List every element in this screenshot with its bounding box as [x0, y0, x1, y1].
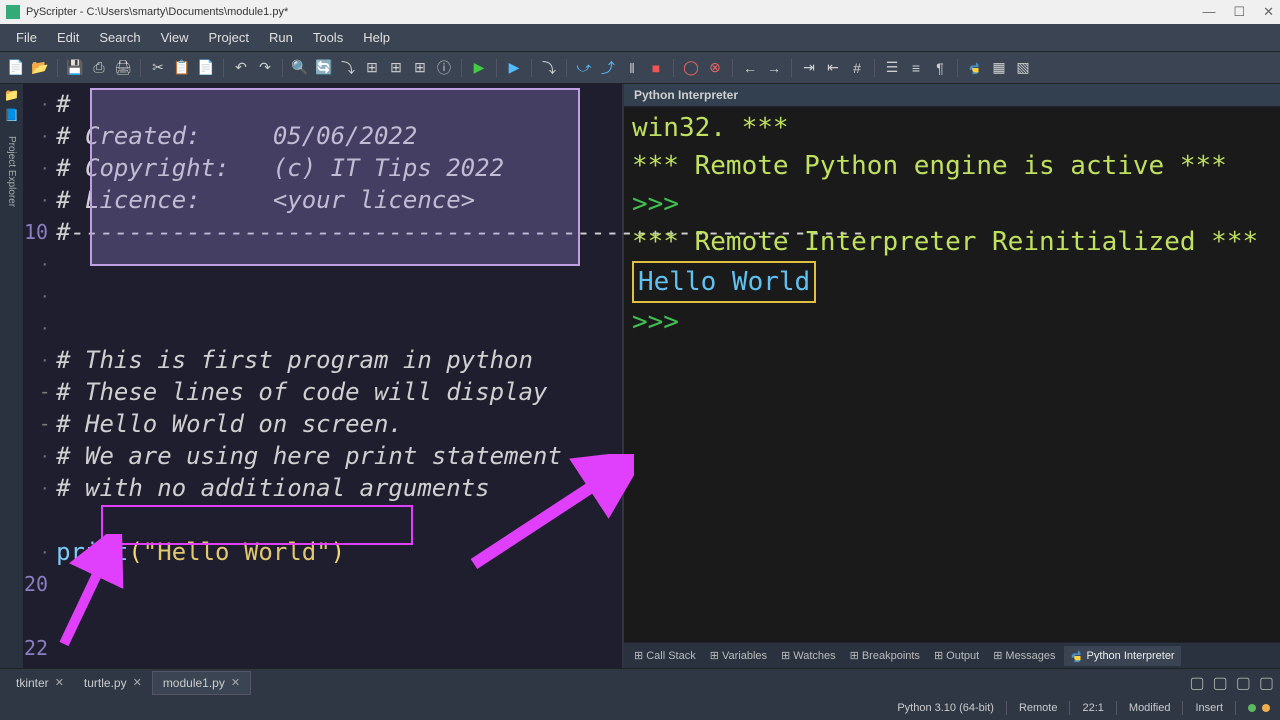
sidebar: 📁 📘 Project Explorer — [0, 84, 24, 668]
close-button[interactable]: ✕ — [1263, 4, 1274, 20]
status-remote: Remote — [1019, 702, 1058, 714]
open-icon[interactable]: 📂 — [30, 58, 50, 78]
tab-module1[interactable]: module1.py✕ — [152, 671, 251, 695]
menu-bar: File Edit Search View Project Run Tools … — [0, 24, 1280, 52]
new-icon[interactable]: 📄 — [6, 58, 26, 78]
step-into-icon[interactable]: ⤵ — [539, 58, 559, 78]
interpreter-output[interactable]: win32. *** *** Remote Python engine is a… — [624, 107, 1280, 642]
grid-icon[interactable]: ▦ — [989, 58, 1009, 78]
nav-fwd-icon[interactable]: → — [764, 58, 784, 78]
status-modified: Modified — [1129, 702, 1171, 714]
cut-icon[interactable]: ✂ — [148, 58, 168, 78]
toolbar: 📄 📂 💾 ⎙ 🖨 ✂ 📋 📄 ↶ ↷ 🔍 🔄 ⤵ ⊞ ⊞ ⊞ ⓘ ▶ ▶ ⤵ … — [0, 52, 1280, 84]
output-highlight: Hello World — [632, 261, 816, 303]
nav-b-icon[interactable]: ⊞ — [386, 58, 406, 78]
nav-back-icon[interactable]: ← — [740, 58, 760, 78]
tab-turtle[interactable]: turtle.py✕ — [74, 672, 152, 694]
menu-search[interactable]: Search — [91, 27, 148, 48]
search-icon[interactable]: 🔍 — [290, 58, 310, 78]
menu-view[interactable]: View — [153, 27, 197, 48]
tab-output[interactable]: ⊞ Output — [928, 646, 985, 665]
status-dot-orange — [1262, 704, 1270, 712]
list2-icon[interactable]: ≡ — [906, 58, 926, 78]
step-out-icon[interactable]: ⤴ — [598, 58, 618, 78]
status-bar: Python 3.10 (64-bit) Remote 22:1 Modifie… — [0, 696, 1280, 720]
layout-c-icon[interactable]: ▢ — [1236, 673, 1251, 693]
status-insert: Insert — [1195, 702, 1223, 714]
editor-tabs: tkinter✕ turtle.py✕ module1.py✕ ▢ ▢ ▢ ▢ — [0, 668, 1280, 696]
find-next-icon[interactable]: ⤵ — [338, 58, 358, 78]
window-title: PyScripter - C:\Users\smarty\Documents\m… — [26, 6, 288, 18]
debug-icon[interactable]: ▶ — [504, 58, 524, 78]
indent-icon[interactable]: ⇥ — [799, 58, 819, 78]
circle-a-icon[interactable]: ◯ — [681, 58, 701, 78]
list-icon[interactable]: ☰ — [882, 58, 902, 78]
info-icon[interactable]: ⓘ — [434, 58, 454, 78]
tab-tkinter[interactable]: tkinter✕ — [6, 672, 74, 694]
status-position: 22:1 — [1082, 702, 1103, 714]
layout-d-icon[interactable]: ▢ — [1259, 673, 1274, 693]
menu-edit[interactable]: Edit — [49, 27, 87, 48]
file-icon[interactable]: 📘 — [4, 108, 19, 122]
project-explorer-label[interactable]: Project Explorer — [6, 136, 17, 207]
tab-messages[interactable]: ⊞ Messages — [987, 646, 1061, 665]
nav-a-icon[interactable]: ⊞ — [362, 58, 382, 78]
nav-c-icon[interactable]: ⊞ — [410, 58, 430, 78]
pause-icon[interactable]: ‖ — [622, 58, 642, 78]
run-icon[interactable]: ▶ — [469, 58, 489, 78]
stop-icon[interactable]: ■ — [646, 58, 666, 78]
circle-b-icon[interactable]: ⊗ — [705, 58, 725, 78]
menu-file[interactable]: File — [8, 27, 45, 48]
layout-a-icon[interactable]: ▢ — [1190, 673, 1205, 693]
find-replace-icon[interactable]: 🔄 — [314, 58, 334, 78]
editor-pane[interactable]: ···· 10 ··· ·--·· · 20 22 # # Created: 0… — [24, 84, 622, 668]
minimize-button[interactable]: — — [1202, 4, 1215, 20]
menu-run[interactable]: Run — [261, 27, 301, 48]
status-dot-green — [1248, 704, 1256, 712]
status-python: Python 3.10 (64-bit) — [897, 702, 994, 714]
layout-b-icon[interactable]: ▢ — [1213, 673, 1228, 693]
paste-icon[interactable]: 📄 — [196, 58, 216, 78]
menu-help[interactable]: Help — [355, 27, 398, 48]
title-bar: PyScripter - C:\Users\smarty\Documents\m… — [0, 0, 1280, 24]
save-all-icon[interactable]: ⎙ — [89, 58, 109, 78]
copy-icon[interactable]: 📋 — [172, 58, 192, 78]
panel-icon[interactable]: ▧ — [1013, 58, 1033, 78]
close-icon[interactable]: ✕ — [55, 676, 64, 689]
interpreter-panel: Python Interpreter win32. *** *** Remote… — [622, 84, 1280, 668]
step-over-icon[interactable]: ⤻ — [574, 58, 594, 78]
close-icon[interactable]: ✕ — [231, 676, 240, 689]
maximize-button[interactable]: ☐ — [1233, 4, 1245, 20]
close-icon[interactable]: ✕ — [133, 676, 142, 689]
hash-icon[interactable]: # — [847, 58, 867, 78]
menu-tools[interactable]: Tools — [305, 27, 351, 48]
redo-icon[interactable]: ↷ — [255, 58, 275, 78]
pilcrow-icon[interactable]: ¶ — [930, 58, 950, 78]
print-icon[interactable]: 🖨 — [113, 58, 133, 78]
undo-icon[interactable]: ↶ — [231, 58, 251, 78]
gutter: ···· 10 ··· ·--·· · 20 22 — [24, 84, 56, 668]
app-icon — [6, 5, 20, 19]
dedent-icon[interactable]: ⇤ — [823, 58, 843, 78]
menu-project[interactable]: Project — [201, 27, 257, 48]
python-icon[interactable] — [965, 58, 985, 78]
save-icon[interactable]: 💾 — [65, 58, 85, 78]
folder-icon[interactable]: 📁 — [4, 88, 19, 102]
tab-python-interpreter[interactable]: Python Interpreter — [1064, 646, 1181, 666]
